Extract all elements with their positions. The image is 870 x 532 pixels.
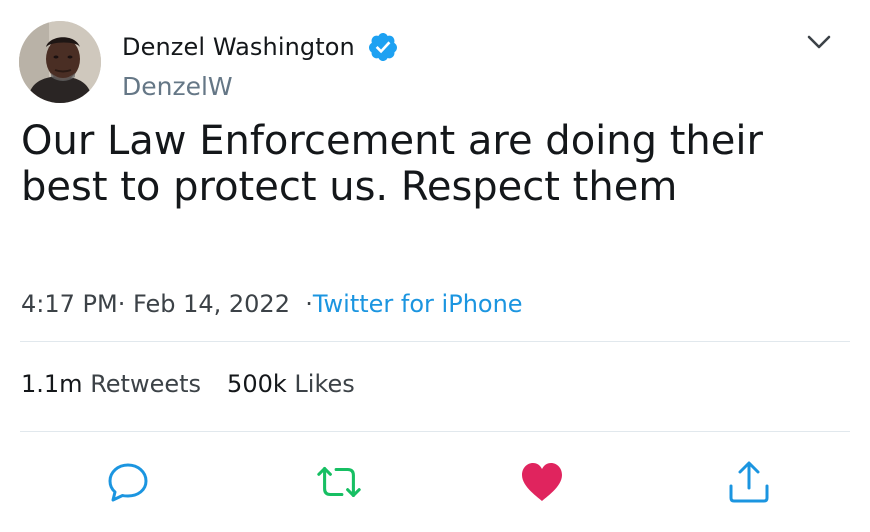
handle[interactable]: DenzelW [122,72,399,101]
like-button[interactable] [518,460,566,504]
reply-icon [108,463,148,502]
likes-stat[interactable]: 500k Likes [227,370,355,398]
like-icon [522,463,562,501]
meta-separator: · [289,290,313,318]
verified-badge-icon [367,31,399,63]
meta-separator: · [117,290,133,318]
divider [20,431,850,432]
author-block: Denzel Washington DenzelW [122,30,399,101]
avatar[interactable] [19,21,101,103]
retweet-icon [317,467,361,497]
tweet-meta: 4:17 PM· Feb 14, 2022 ·Twitter for iPhon… [21,290,523,318]
share-button[interactable] [725,460,773,504]
tweet-text: Our Law Enforcement are doing their best… [21,118,763,210]
reply-button[interactable] [104,460,152,504]
chevron-down-icon[interactable] [805,30,833,54]
likes-label: Likes [294,370,355,398]
retweet-button[interactable] [315,460,363,504]
share-icon [729,461,769,503]
tweet-card: Denzel Washington DenzelW Our Law Enforc… [0,0,870,532]
divider [20,341,850,342]
tweet-stats: 1.1m Retweets 500k Likes [21,370,355,398]
tweet-time[interactable]: 4:17 PM [21,290,118,318]
retweets-count: 1.1m [21,370,83,398]
avatar-image [19,21,101,103]
retweets-stat[interactable]: 1.1m Retweets [21,370,201,398]
tweet-date[interactable]: Feb 14, 2022 [133,290,290,318]
display-name[interactable]: Denzel Washington [122,33,355,61]
name-row: Denzel Washington [122,30,399,64]
retweets-label: Retweets [90,370,202,398]
tweet-source-link[interactable]: Twitter for iPhone [313,290,523,318]
likes-count: 500k [227,370,287,398]
